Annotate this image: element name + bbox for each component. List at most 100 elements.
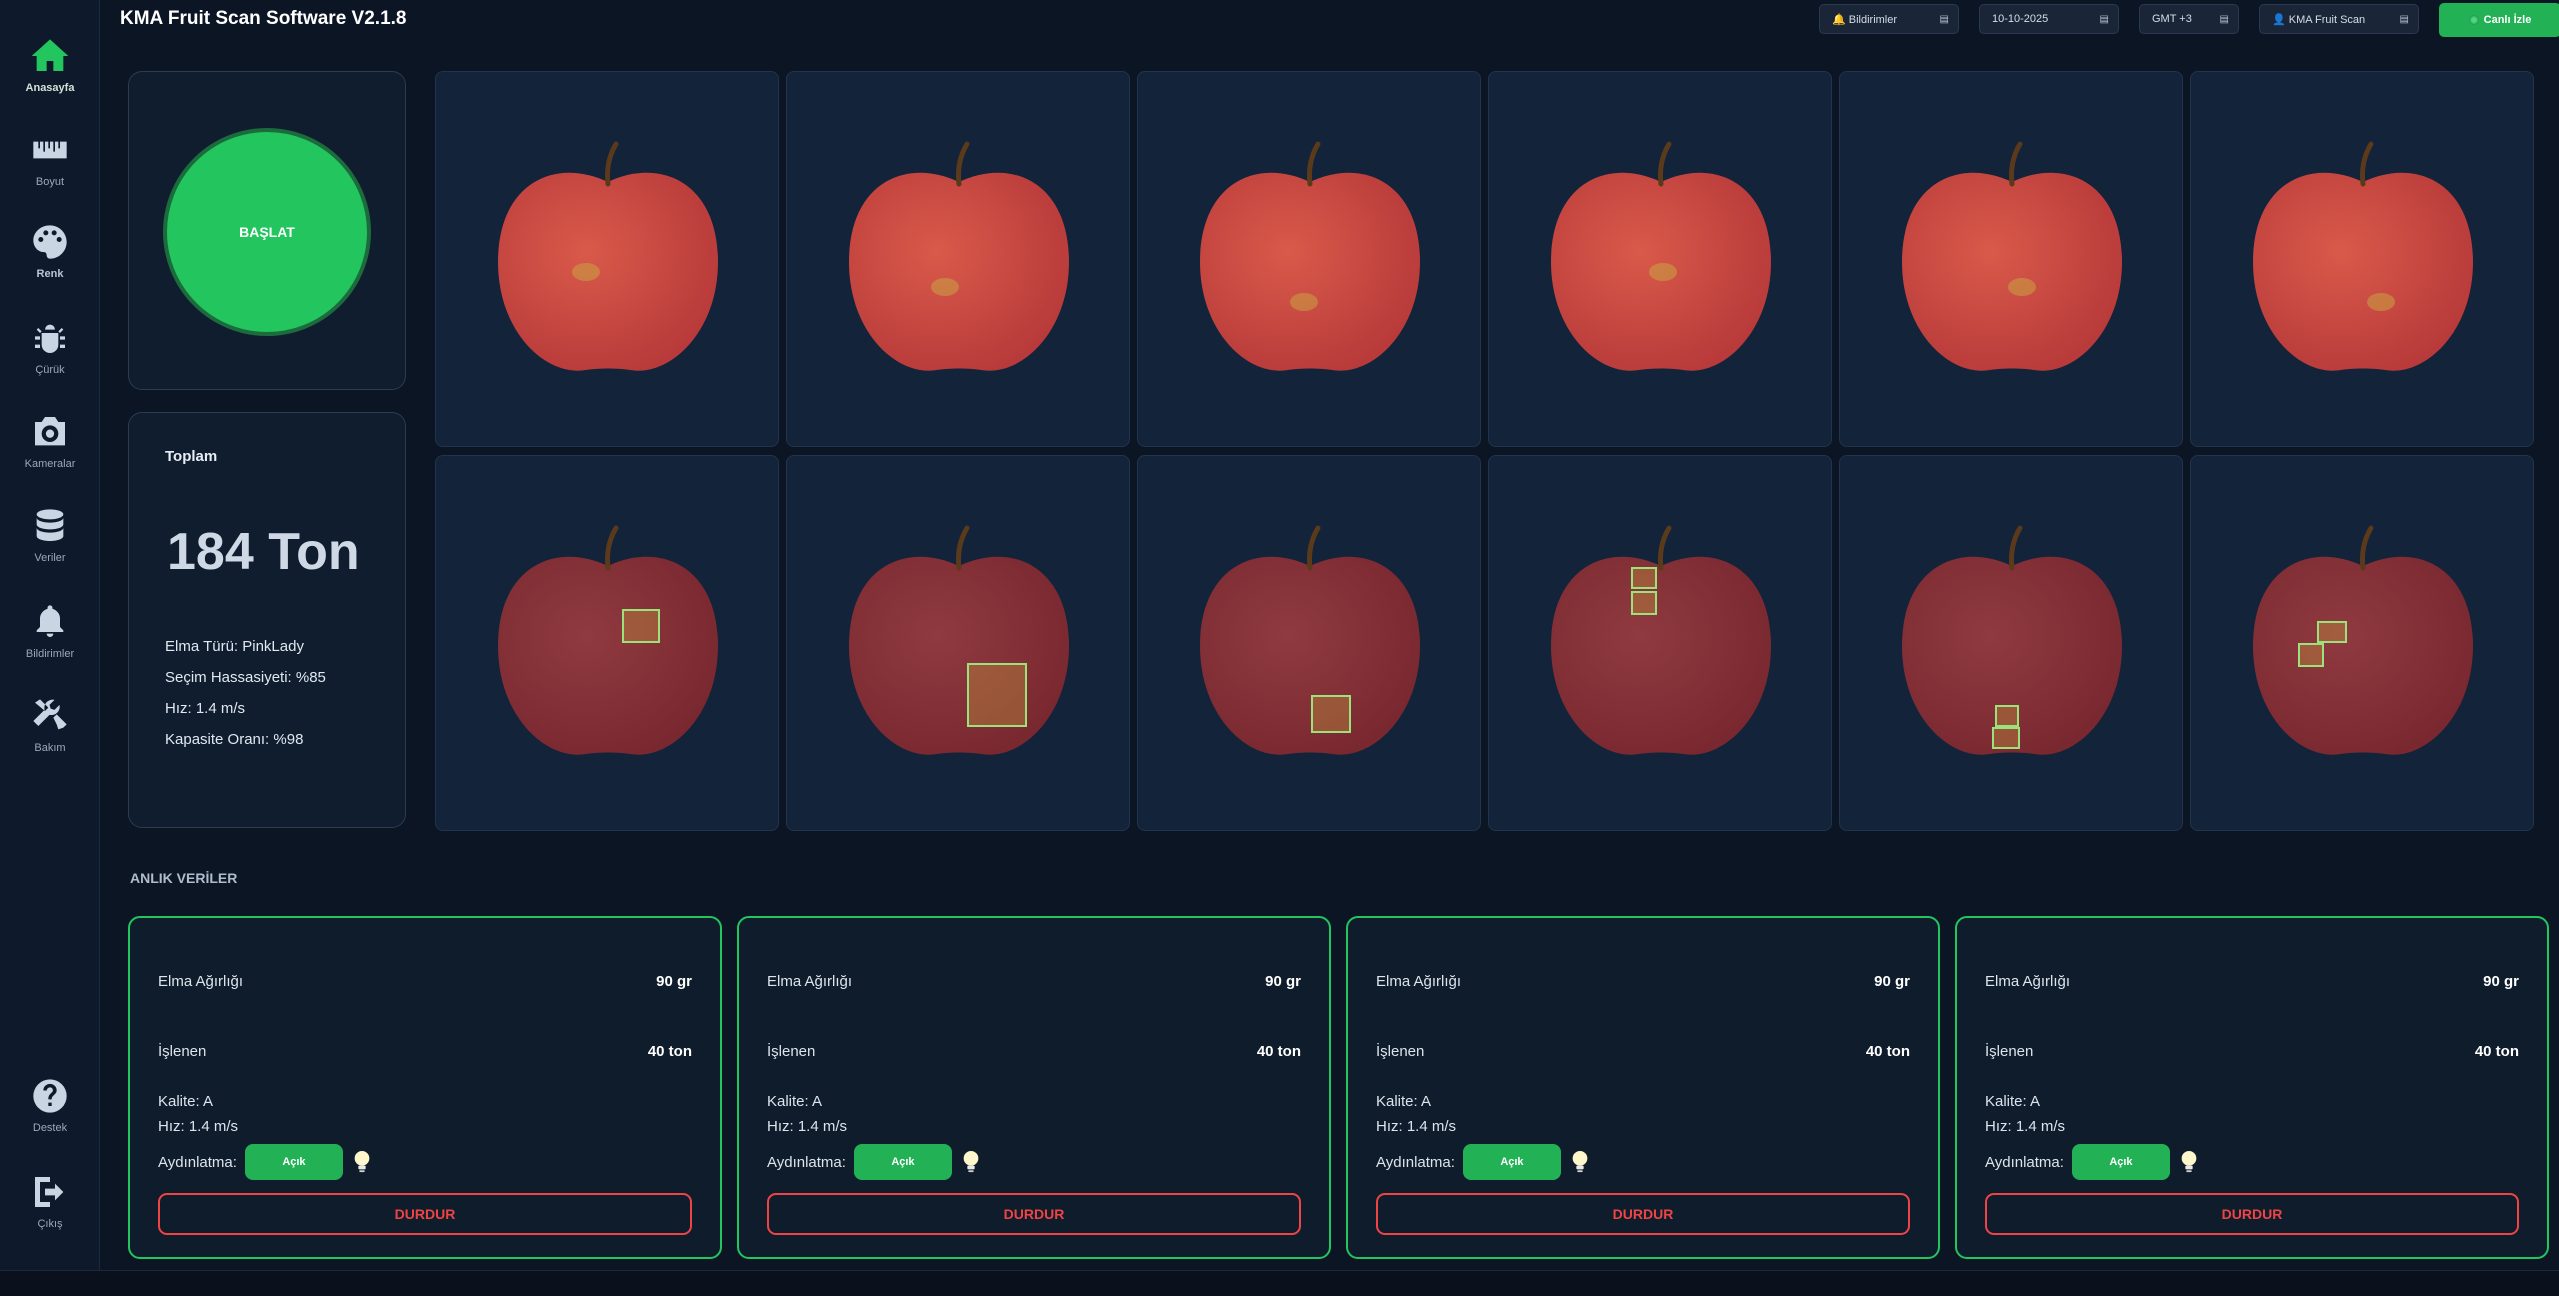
lighting-toggle-button[interactable]: Açık: [2071, 1144, 2170, 1180]
sidebar-item-label: Çürük: [35, 364, 65, 376]
weight-label: Elma Ağırlığı: [767, 973, 853, 990]
instant-data-card: Elma Ağırlığı 90 gr İşlenen 40 ton Kalite: A…: [128, 916, 722, 1259]
stop-button[interactable]: DURDUR: [1985, 1193, 2519, 1235]
apple-image: [1902, 141, 2122, 371]
stop-button[interactable]: DURDUR: [767, 1193, 1301, 1235]
lighting-label: Aydınlatma:: [767, 1153, 846, 1171]
lighting-label: Aydınlatma:: [158, 1153, 237, 1171]
weight-value: 90 gr: [1265, 973, 1301, 990]
quality-text: Kalite: A: [767, 1093, 823, 1110]
weight-value: 90 gr: [1874, 973, 1910, 990]
apple-type: Elma Türü: PinkLady: [165, 638, 304, 655]
date-select-label: 10-10-2025: [1992, 13, 2049, 25]
lightbulb-icon: [1572, 1151, 1588, 1173]
camera-tile[interactable]: [2190, 455, 2534, 831]
apple-image: [2253, 525, 2473, 755]
date-select[interactable]: 10-10-2025 ▤: [1979, 4, 2119, 34]
apple-image: [2253, 141, 2473, 371]
stop-button[interactable]: DURDUR: [158, 1193, 692, 1235]
sidebar-item-cameras[interactable]: Kameralar: [0, 412, 100, 492]
apple-image: [1551, 525, 1771, 755]
camera-tile[interactable]: [1488, 455, 1832, 831]
processed-label: İşlenen: [767, 1043, 816, 1060]
sidebar-item-logout[interactable]: Çıkış: [0, 1172, 100, 1252]
weight-row: Elma Ağırlığı 90 gr: [1376, 973, 1910, 990]
sidebar: Anasayfa Boyut Renk Çürük Kameralar Veri…: [0, 0, 100, 1270]
quality-text: Kalite: A: [1376, 1093, 1432, 1110]
camera-icon: [35, 417, 65, 446]
camera-tile[interactable]: [786, 71, 1130, 447]
sidebar-item-rot[interactable]: Çürük: [0, 318, 100, 398]
processed-row: İşlenen 40 ton: [1985, 1043, 2519, 1060]
section-title: ANLIK VERİLER: [130, 870, 238, 886]
quality-text: Kalite: A: [1985, 1093, 2041, 1110]
start-button[interactable]: BAŞLAT: [163, 128, 371, 336]
speed-text: Hız: 1.4 m/s: [1376, 1118, 1457, 1135]
sidebar-item-size[interactable]: Boyut: [0, 130, 100, 210]
bell-icon: [36, 605, 64, 637]
bug-icon: [35, 324, 65, 353]
user-select[interactable]: 👤 KMA Fruit Scan ▤: [2259, 4, 2419, 34]
lighting-row: Aydınlatma: Açık: [1985, 1144, 2200, 1180]
lighting-row: Aydınlatma: Açık: [158, 1144, 373, 1180]
timezone-select-label: GMT +3: [2152, 13, 2192, 25]
summary-panel: [128, 412, 406, 828]
processed-value: 40 ton: [1865, 1043, 1910, 1060]
lightbulb-icon: [2181, 1151, 2197, 1173]
instant-data-card: Elma Ağırlığı 90 gr İşlenen 40 ton Kalite: A…: [737, 916, 1331, 1259]
live-view-button[interactable]: Canlı İzle: [2439, 3, 2559, 37]
timezone-select[interactable]: GMT +3 ▤: [2139, 4, 2239, 34]
weight-row: Elma Ağırlığı 90 gr: [767, 973, 1301, 990]
apple-image: [498, 141, 718, 371]
processed-label: İşlenen: [158, 1043, 207, 1060]
camera-tile[interactable]: [1137, 71, 1481, 447]
camera-tile[interactable]: [1839, 455, 2183, 831]
camera-tile[interactable]: [1488, 71, 1832, 447]
apple-image: [498, 525, 718, 755]
sidebar-item-label: Boyut: [35, 176, 65, 188]
camera-tile[interactable]: [435, 71, 779, 447]
apple-image: [849, 525, 1069, 755]
lighting-row: Aydınlatma: Açık: [767, 1144, 982, 1180]
sidebar-item-maintenance[interactable]: Bakım: [0, 696, 100, 776]
capacity-rate: Kapasite Oranı: %98: [165, 731, 304, 748]
sidebar-item-data[interactable]: Veriler: [0, 506, 100, 586]
user-select-label: 👤 KMA Fruit Scan: [2272, 13, 2366, 26]
processed-row: İşlenen 40 ton: [767, 1043, 1301, 1060]
dropdown-icon: ▤: [2219, 13, 2230, 25]
palette-icon: [33, 225, 67, 259]
sidebar-item-label: Anasayfa: [25, 82, 75, 94]
home-icon: [31, 39, 69, 71]
sidebar-item-color[interactable]: Renk: [0, 222, 100, 302]
lighting-label: Aydınlatma:: [1985, 1153, 2064, 1171]
processed-row: İşlenen 40 ton: [1376, 1043, 1910, 1060]
logout-icon: [35, 1177, 64, 1207]
notifications-select[interactable]: 🔔 Bildirimler ▤: [1819, 4, 1959, 34]
camera-tile[interactable]: [1137, 455, 1481, 831]
app-title: KMA Fruit Scan Software V2.1.8: [120, 8, 407, 29]
processed-row: İşlenen 40 ton: [158, 1043, 692, 1060]
camera-tile[interactable]: [435, 455, 779, 831]
lighting-toggle-button[interactable]: Açık: [853, 1144, 952, 1180]
apple-image: [1200, 141, 1420, 371]
ruler-icon: [33, 141, 67, 159]
lighting-toggle-button[interactable]: Açık: [244, 1144, 343, 1180]
weight-label: Elma Ağırlığı: [1985, 973, 2071, 990]
sidebar-item-home[interactable]: Anasayfa: [0, 36, 100, 116]
speed-text: Hız: 1.4 m/s: [158, 1118, 239, 1135]
weight-row: Elma Ağırlığı 90 gr: [158, 973, 692, 990]
stop-button[interactable]: DURDUR: [1376, 1193, 1910, 1235]
apple-image: [849, 141, 1069, 371]
lighting-row: Aydınlatma: Açık: [1376, 1144, 1591, 1180]
lightbulb-icon: [354, 1151, 370, 1173]
apple-image: [1551, 141, 1771, 371]
camera-tile[interactable]: [786, 455, 1130, 831]
sidebar-item-label: Destek: [32, 1122, 68, 1134]
camera-tile[interactable]: [2190, 71, 2534, 447]
tools-icon: [33, 699, 67, 730]
lighting-toggle-button[interactable]: Açık: [1462, 1144, 1561, 1180]
help-icon: [33, 1079, 67, 1113]
sidebar-item-support[interactable]: Destek: [0, 1076, 100, 1156]
sidebar-item-notifications[interactable]: Bildirimler: [0, 602, 100, 682]
camera-tile[interactable]: [1839, 71, 2183, 447]
